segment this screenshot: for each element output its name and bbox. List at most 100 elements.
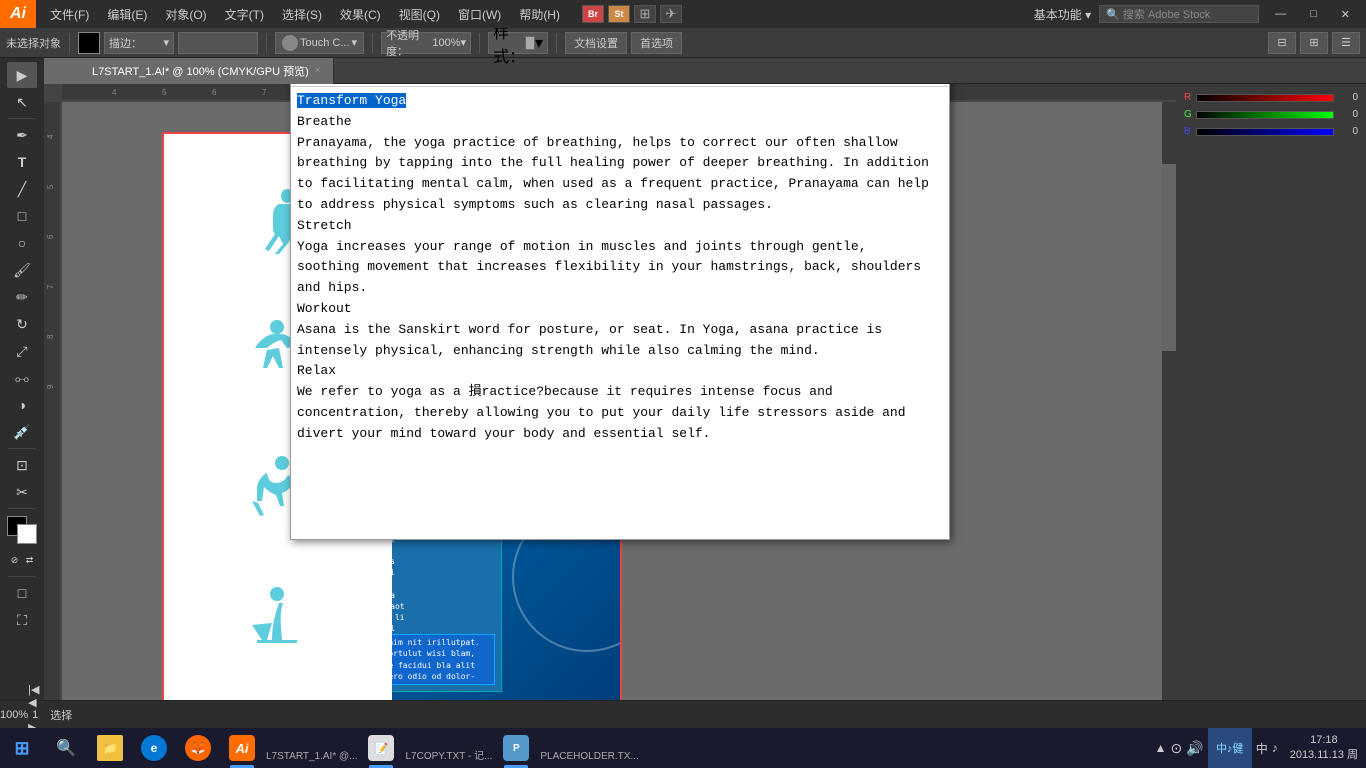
pen-tool[interactable]: ✒ xyxy=(7,122,37,148)
svg-text:5: 5 xyxy=(162,88,167,97)
style-box[interactable]: 样式： ▾ xyxy=(488,32,548,54)
overlay-line-12: dit lummy nulla comn xyxy=(392,578,495,589)
none-color[interactable]: ⊘ xyxy=(8,547,22,573)
artboard-tool[interactable]: ⊡ xyxy=(7,452,37,478)
tool-sep-3 xyxy=(8,508,36,509)
taskbar-search[interactable]: 🔍 xyxy=(44,728,88,768)
nav-prev[interactable]: ◀ xyxy=(28,696,42,709)
scale-tool[interactable]: ⤢ xyxy=(7,338,37,364)
illustrator-tb-icon: Ai xyxy=(229,735,255,761)
overlay-line-17: volore dio enim velenim nit irillutpat. … xyxy=(392,637,492,659)
taskbar-illustrator[interactable]: Ai xyxy=(220,728,264,768)
window-minimize[interactable]: — xyxy=(1267,6,1294,22)
toolbar-right-buttons: ⊟ ⊞ ☰ xyxy=(1268,32,1360,54)
menu-object[interactable]: 对象(O) xyxy=(157,4,214,25)
blend-tool[interactable]: ⧟ xyxy=(7,365,37,391)
doc-settings-button[interactable]: 文档设置 xyxy=(565,32,627,54)
menu-icon[interactable]: ☰ xyxy=(1332,32,1360,54)
rect-tool[interactable]: □ xyxy=(7,203,37,229)
document-tab[interactable]: L7START_1.AI* @ 100% (CMYK/GPU 预览) × xyxy=(80,58,334,84)
menu-edit[interactable]: 编辑(E) xyxy=(99,4,155,25)
notepad-tb-icon: 📝 xyxy=(368,735,394,761)
taskbar-browser2[interactable]: 🦊 xyxy=(176,728,220,768)
overlay-line-15: dolendit ip er adipit li xyxy=(392,612,495,623)
vertical-scrollbar[interactable] xyxy=(1162,102,1176,724)
menu-select[interactable]: 选择(S) xyxy=(274,4,330,25)
window-restore[interactable]: □ xyxy=(1302,6,1325,22)
change-mode-btn[interactable]: □ xyxy=(7,580,37,606)
menu-view[interactable]: 视图(Q) xyxy=(391,4,448,25)
firefox-icon: 🦊 xyxy=(185,735,211,761)
taskbar-placeholder-label: PLACEHOLDER.TX... xyxy=(538,751,640,768)
menu-file[interactable]: 文件(F) xyxy=(42,4,97,25)
plugin-icon-2[interactable]: St xyxy=(608,5,630,23)
line-tool[interactable]: ╱ xyxy=(7,176,37,202)
v-scroll-thumb[interactable] xyxy=(1162,164,1176,351)
type-tool[interactable]: T xyxy=(7,149,37,175)
color-b-slider[interactable] xyxy=(1196,128,1334,136)
slice-tool[interactable]: ✂ xyxy=(7,479,37,505)
background-color[interactable] xyxy=(17,524,37,544)
touch-button[interactable]: Touch C... ▾ xyxy=(275,32,364,54)
plugin-icon-3[interactable]: ⊞ xyxy=(634,5,656,23)
brush-dropdown[interactable]: 描边： ▾ xyxy=(104,32,174,54)
zoom-value[interactable]: 100% xyxy=(0,709,28,721)
eyedropper-tool[interactable]: 💉 xyxy=(7,419,37,445)
tab-close-icon[interactable]: × xyxy=(315,65,321,76)
plugin-icon-1[interactable]: Br xyxy=(582,5,604,23)
tray-volume[interactable]: 🔊 xyxy=(1186,740,1203,757)
color-r-slider[interactable] xyxy=(1196,94,1334,102)
brush-label: 描边： xyxy=(109,35,142,51)
notepad-content-area[interactable]: Transform Yoga Breathe Pranayama, the yo… xyxy=(291,87,949,539)
svg-text:4: 4 xyxy=(112,88,117,97)
tray-expand[interactable]: ▲ xyxy=(1155,741,1167,755)
tray-lang[interactable]: 中 xyxy=(1256,740,1268,757)
system-clock[interactable]: 17:18 2013.11.13 周 xyxy=(1282,734,1366,762)
touch-icon xyxy=(282,35,298,51)
stroke-color-swatch[interactable] xyxy=(78,32,100,54)
full-screen-btn[interactable]: ⛶ xyxy=(7,607,37,633)
select-tool[interactable]: ▶ xyxy=(7,62,37,88)
ellipse-tool[interactable]: ○ xyxy=(7,230,37,256)
prefs-button[interactable]: 首选项 xyxy=(631,32,682,54)
tray-music[interactable]: ♪ xyxy=(1272,741,1278,755)
svg-text:9: 9 xyxy=(46,384,55,389)
overlay-selected-lines: volore dio enim velenim nit irillutpat. … xyxy=(392,634,495,685)
toolbar-sep-3 xyxy=(372,33,373,53)
color-mode-row: ⊘ ⇄ xyxy=(8,547,37,573)
window-close[interactable]: ✕ xyxy=(1333,6,1358,23)
zoom-info: 100% xyxy=(0,709,28,721)
taskbar-file-explorer[interactable]: 📁 xyxy=(88,728,132,768)
align-right-icon[interactable]: ⊞ xyxy=(1300,32,1328,54)
no-select-label: 未选择对象 xyxy=(6,35,61,51)
ruler-marks-v: 4 5 6 7 8 9 xyxy=(44,84,62,738)
opacity-control[interactable]: 不透明度： 100% ▾ xyxy=(381,32,471,54)
menu-window[interactable]: 窗口(W) xyxy=(450,4,509,25)
search-stock[interactable]: 🔍 搜索 Adobe Stock xyxy=(1099,5,1259,23)
color-g-label: G xyxy=(1184,109,1192,120)
color-g-slider[interactable] xyxy=(1196,111,1334,119)
brush-tool[interactable]: 🖌 xyxy=(7,257,37,283)
taskbar-edge[interactable]: e xyxy=(132,728,176,768)
workspace-label[interactable]: 基本功能 ▾ xyxy=(1034,6,1091,23)
pencil-tool[interactable]: ✏ xyxy=(7,284,37,310)
taskbar-start-button[interactable]: ⊞ xyxy=(0,728,44,768)
taskbar-placeholder[interactable]: P xyxy=(494,728,538,768)
menu-effect[interactable]: 效果(C) xyxy=(332,4,389,25)
plugin-icon-4[interactable]: ✈ xyxy=(660,5,682,23)
notepad-window: 📝 L7COPY.TXT - 记事本 — □ ✕ 文件(F) 编辑(E) 格式(… xyxy=(290,30,950,540)
ime-indicator[interactable]: 中♪健 xyxy=(1208,728,1252,768)
taskbar-notepad[interactable]: 📝 xyxy=(359,728,403,768)
menu-text[interactable]: 文字(T) xyxy=(217,4,272,25)
rotate-tool[interactable]: ↻ xyxy=(7,311,37,337)
opacity-value: 100% xyxy=(432,37,460,49)
stroke-box xyxy=(178,32,258,54)
gradient-tool[interactable]: ◑ xyxy=(7,392,37,418)
menu-help[interactable]: 帮助(H) xyxy=(511,4,568,25)
swap-colors[interactable]: ⇄ xyxy=(23,547,37,573)
align-left-icon[interactable]: ⊟ xyxy=(1268,32,1296,54)
brush-chevron: ▾ xyxy=(163,36,169,49)
tray-network[interactable]: ⊙ xyxy=(1171,740,1183,757)
direct-select-tool[interactable]: ↖ xyxy=(7,89,37,115)
nav-first[interactable]: |◀ xyxy=(28,683,42,696)
